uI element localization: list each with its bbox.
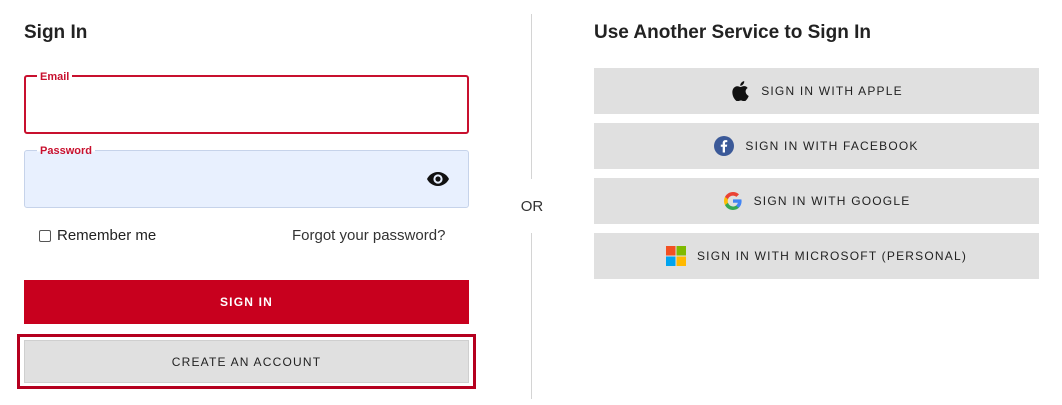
vertical-divider-top bbox=[531, 14, 532, 179]
sign-in-heading: Sign In bbox=[24, 22, 88, 43]
remember-me-checkbox[interactable] bbox=[39, 229, 51, 242]
forgot-password-link[interactable]: Forgot your password? bbox=[292, 227, 445, 244]
email-input[interactable] bbox=[40, 95, 420, 121]
microsoft-button-label: SIGN IN WITH MICROSOFT (PERSONAL) bbox=[696, 249, 968, 263]
sign-in-button[interactable]: SIGN IN bbox=[24, 280, 469, 324]
vertical-divider-bottom bbox=[531, 233, 532, 399]
microsoft-icon bbox=[665, 246, 686, 266]
sign-in-microsoft-button[interactable]: SIGN IN WITH MICROSOFT (PERSONAL) bbox=[594, 233, 1039, 279]
or-separator: OR bbox=[520, 198, 544, 215]
remember-me[interactable]: Remember me bbox=[39, 227, 156, 244]
google-icon bbox=[723, 191, 743, 211]
email-label: Email bbox=[37, 71, 73, 84]
google-button-label: SIGN IN WITH GOOGLE bbox=[753, 194, 911, 208]
password-input[interactable] bbox=[39, 169, 419, 195]
remember-me-label: Remember me bbox=[57, 227, 157, 244]
facebook-button-label: SIGN IN WITH FACEBOOK bbox=[745, 139, 919, 153]
create-account-button[interactable]: CREATE AN ACCOUNT bbox=[24, 340, 469, 383]
password-label: Password bbox=[37, 145, 95, 158]
sign-in-facebook-button[interactable]: SIGN IN WITH FACEBOOK bbox=[594, 123, 1039, 169]
services-heading: Use Another Service to Sign In bbox=[594, 22, 871, 43]
apple-button-label: SIGN IN WITH APPLE bbox=[761, 84, 903, 98]
sign-in-panel: Sign In Email Password Remember me Forgo… bbox=[0, 0, 500, 405]
password-field[interactable]: Password bbox=[24, 145, 469, 208]
create-account-focus-ring: CREATE AN ACCOUNT bbox=[17, 334, 476, 389]
email-field[interactable]: Email bbox=[24, 71, 469, 134]
apple-icon bbox=[730, 81, 750, 101]
show-password-eye-icon[interactable] bbox=[426, 170, 450, 188]
sign-in-google-button[interactable]: SIGN IN WITH GOOGLE bbox=[594, 178, 1039, 224]
facebook-icon bbox=[714, 136, 735, 156]
sign-in-apple-button[interactable]: SIGN IN WITH APPLE bbox=[594, 68, 1039, 114]
